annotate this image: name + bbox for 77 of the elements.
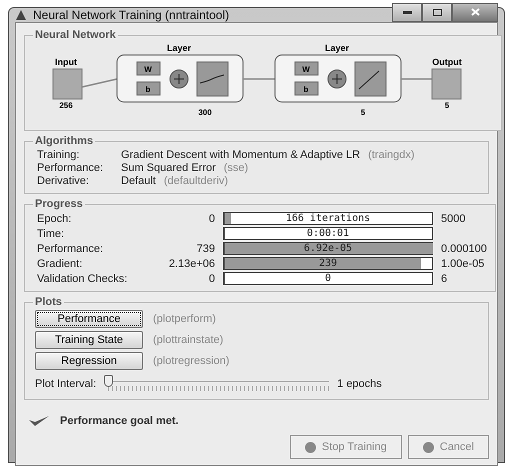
algorithm-value: Default xyxy=(121,175,156,187)
layer-label: Layer xyxy=(324,43,350,53)
slider-thumb[interactable] xyxy=(104,375,114,387)
close-icon xyxy=(470,8,480,16)
algorithm-label: Derivative: xyxy=(37,175,90,187)
plot-interval-slider[interactable] xyxy=(104,375,330,393)
section-title: Plots xyxy=(34,296,63,308)
bias-block xyxy=(294,82,318,96)
input-size: 256 xyxy=(59,101,73,110)
target-value: 0.000100 xyxy=(441,242,487,254)
maximize-icon xyxy=(432,8,442,16)
weight-block xyxy=(136,62,160,76)
function-name: (plotperform) xyxy=(153,313,217,325)
plot-button[interactable]: Training State xyxy=(35,331,143,349)
progress-label: Performance: xyxy=(37,242,104,254)
target-value: 6 xyxy=(441,272,448,284)
bias-label: b xyxy=(146,85,150,94)
plot-interval-label: Plot Interval: xyxy=(35,378,96,390)
function-name: (traingdx) xyxy=(368,149,415,161)
bias-block xyxy=(136,82,160,96)
progress-value: 239 xyxy=(318,258,338,269)
weight-label: W xyxy=(302,65,310,74)
plot-button[interactable]: Performance xyxy=(35,310,143,328)
sum-node xyxy=(170,70,188,88)
layer-label: Layer xyxy=(166,43,192,53)
input-block xyxy=(52,68,82,100)
window-title: Neural Network Training (nntraintool) xyxy=(33,8,230,22)
progress-label: Time: xyxy=(37,228,66,240)
transfer-function-block xyxy=(196,62,228,96)
function-name: (defaultderiv) xyxy=(164,175,228,187)
output-size: 5 xyxy=(444,101,450,110)
input-label: Input xyxy=(55,57,77,67)
progress-value: 0:00:01 xyxy=(306,228,350,239)
section-title: Algorithms xyxy=(34,135,94,147)
button-icon xyxy=(422,442,434,452)
plot-button[interactable]: Regression xyxy=(35,352,143,370)
output-label: Output xyxy=(432,57,462,67)
close-button[interactable] xyxy=(452,2,498,22)
status-message: Performance goal met. xyxy=(60,414,179,426)
algorithm-value: Sum Squared Error xyxy=(121,162,216,174)
start-value: 0 xyxy=(208,272,215,284)
weight-block xyxy=(294,62,318,76)
function-name: (sse) xyxy=(224,162,248,174)
slider-reading: 1 epochs xyxy=(337,378,382,390)
bias-label: b xyxy=(304,85,308,94)
transfer-function-block xyxy=(354,62,386,96)
algorithm-value: Gradient Descent with Momentum & Adaptive LR xyxy=(121,149,360,161)
connector-line xyxy=(82,78,118,88)
function-name: (plottrainstate) xyxy=(153,334,224,346)
layer-size: 5 xyxy=(360,108,366,117)
progress-label: Gradient: xyxy=(37,258,84,270)
target-value: 1.00e-05 xyxy=(441,258,484,270)
start-value: 739 xyxy=(196,242,215,254)
maximize-button[interactable] xyxy=(422,2,452,22)
progress-value: 166 iterations xyxy=(284,213,372,224)
minimize-button[interactable] xyxy=(392,2,422,22)
start-value: 2.13e+06 xyxy=(168,258,215,270)
section-title: Neural Network xyxy=(34,29,117,41)
function-name: (plotregression) xyxy=(153,355,230,367)
section-title: Progress xyxy=(34,198,84,210)
target-value: 5000 xyxy=(441,212,466,224)
sum-node xyxy=(328,70,346,88)
progress-value: 0 xyxy=(324,273,332,284)
output-block xyxy=(432,68,462,100)
connector-line xyxy=(401,78,432,80)
checkmark-icon xyxy=(28,414,50,427)
progress-value: 6.92e-05 xyxy=(302,243,354,254)
algorithm-label: Training: xyxy=(37,149,80,161)
minimize-icon xyxy=(402,10,412,14)
progress-label: Validation Checks: xyxy=(37,272,128,284)
button-icon xyxy=(304,442,316,452)
layer-size: 300 xyxy=(198,108,212,117)
weight-label: W xyxy=(144,65,152,74)
algorithm-label: Performance: xyxy=(37,162,104,174)
connector-line xyxy=(243,78,275,80)
progress-label: Epoch: xyxy=(37,212,72,224)
start-value: 0 xyxy=(208,212,215,224)
